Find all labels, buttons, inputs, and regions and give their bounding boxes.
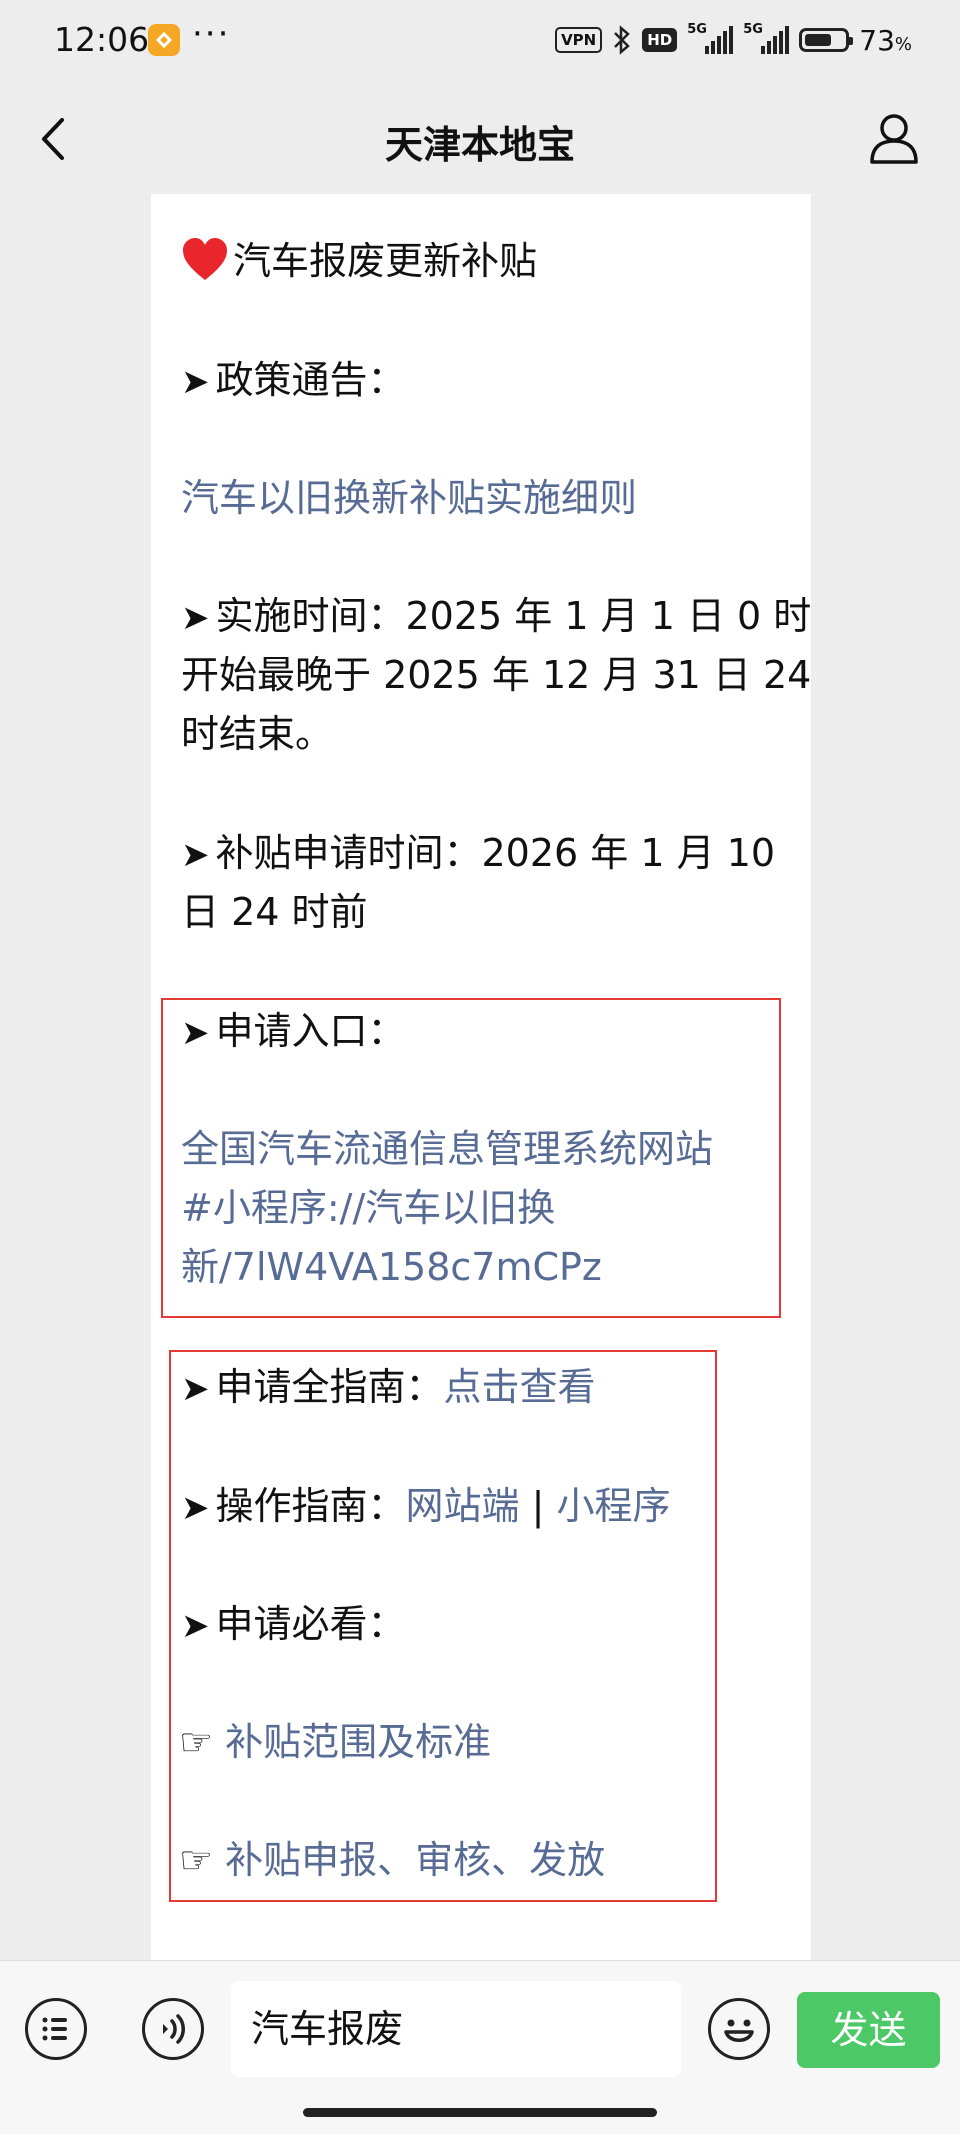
arrow-icon: ➤ [181, 1488, 210, 1528]
must-read-item-scope: ☞ 补贴范围及标准 [179, 1713, 491, 1772]
entry-link-miniprogram[interactable]: #小程序://汽车以旧换 [181, 1179, 555, 1238]
status-bar: 12:06 ··· VPN HD 5G 5G 73% [0, 0, 960, 84]
vpn-badge: VPN [555, 27, 603, 53]
pointing-hand-icon: ☞ [179, 1838, 214, 1882]
arrow-icon: ➤ [181, 1606, 210, 1646]
article-content: 汽车报废更新补贴 ➤ 政策通告： 汽车以旧换新补贴实施细则 ➤ 实施时间：2025 … [151, 194, 811, 1960]
process-link[interactable]: 补贴申报、审核、发放 [225, 1838, 605, 1882]
application-time: ➤ 补贴申请时间：2026 年 1 月 10 [181, 831, 776, 875]
bluetooth-icon [614, 25, 631, 55]
home-indicator[interactable] [303, 2108, 657, 2117]
user-icon[interactable] [868, 110, 920, 166]
operation-guide-row: ➤ 操作指南：网站端 | 小程序 [181, 1484, 671, 1528]
battery-percentage: 73% [859, 23, 912, 57]
page-title: 天津本地宝 [384, 123, 575, 167]
implementation-time: ➤ 实施时间：2025 年 1 月 1 日 0 时 [181, 594, 812, 638]
emoji-icon[interactable] [708, 1998, 770, 2060]
must-read-label: ➤ 申请必看： [181, 1602, 406, 1646]
policy-label: ➤ 政策通告： [181, 358, 406, 402]
message-input[interactable]: 汽车报废 [231, 1981, 681, 2077]
send-button[interactable]: 发送 [797, 1992, 940, 2068]
battery-icon [799, 28, 854, 52]
implementation-time-line3: 时结束。 [181, 712, 334, 756]
scope-standard-link[interactable]: 补贴范围及标准 [225, 1720, 491, 1764]
guide-link[interactable]: 点击查看 [444, 1365, 596, 1409]
signal-icon-2: 5G [743, 22, 790, 54]
policy-link[interactable]: 汽车以旧换新补贴实施细则 [181, 469, 637, 528]
arrow-icon: ➤ [181, 835, 210, 875]
implementation-time-line2: 开始最晚于 2025 年 12 月 31 日 24 [181, 653, 812, 697]
status-indicators: VPN HD 5G 5G 73% [555, 20, 912, 60]
voice-icon[interactable] [142, 1998, 204, 2060]
status-more-icon: ··· [192, 14, 231, 54]
entry-link-website[interactable]: 全国汽车流通信息管理系统网站 [181, 1120, 713, 1179]
article-heading: 汽车报废更新补贴 [181, 232, 537, 291]
separator: | [531, 1484, 545, 1528]
operation-link-miniprogram[interactable]: 小程序 [557, 1484, 671, 1528]
entry-link-miniprogram-line2[interactable]: 新/7lW4VA158c7mCPz [181, 1238, 602, 1297]
status-time: 12:06 [54, 20, 150, 59]
guide-row: ➤ 申请全指南：点击查看 [181, 1365, 596, 1409]
must-read-item-process: ☞ 补贴申报、审核、发放 [179, 1831, 605, 1890]
arrow-icon: ➤ [181, 362, 210, 402]
pointing-hand-icon: ☞ [179, 1720, 214, 1764]
nav-bar: 天津本地宝 [0, 84, 960, 194]
entry-label: ➤ 申请入口： [181, 1009, 406, 1053]
heart-icon [183, 238, 227, 280]
operation-link-website[interactable]: 网站端 [406, 1484, 520, 1528]
hd-badge: HD [642, 28, 678, 52]
application-time-line2: 日 24 时前 [181, 890, 368, 934]
arrow-icon: ➤ [181, 1013, 210, 1053]
arrow-icon: ➤ [181, 598, 210, 638]
signal-icon: 5G [687, 22, 734, 54]
arrow-icon: ➤ [181, 1369, 210, 1409]
app-notification-icon [148, 24, 180, 56]
list-icon[interactable] [25, 1998, 87, 2060]
